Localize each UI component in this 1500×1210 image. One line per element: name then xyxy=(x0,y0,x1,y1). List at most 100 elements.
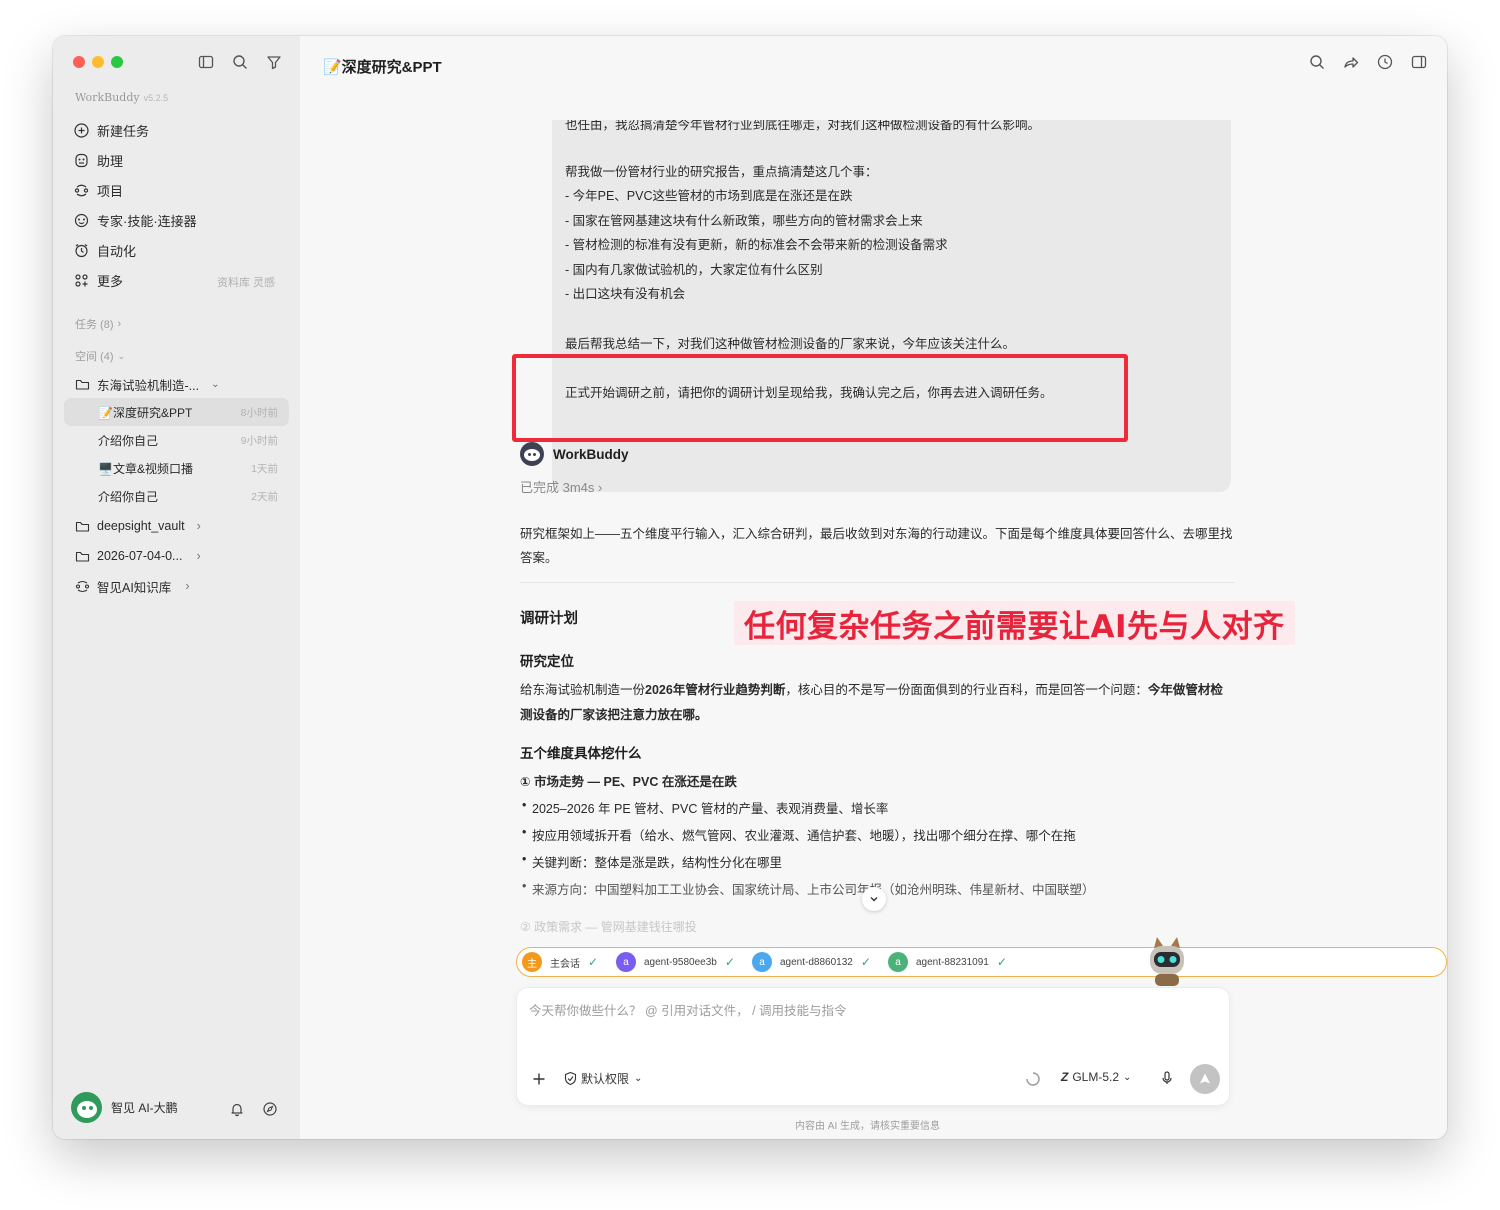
space-item-label: 介绍你自己 xyxy=(98,489,159,504)
folder-label: 2026-07-04-0... xyxy=(97,549,183,563)
knowledge-icon xyxy=(75,580,90,592)
folder-deepsight[interactable]: deepsight_vault › xyxy=(75,514,201,538)
filter-icon[interactable] xyxy=(265,53,283,71)
check-icon: ✓ xyxy=(996,955,1007,969)
chevron-right-icon: › xyxy=(196,519,201,533)
folder-icon xyxy=(75,551,90,562)
section-heading: 研究定位 xyxy=(520,654,574,669)
microphone-icon[interactable] xyxy=(1159,1070,1175,1086)
tasks-section[interactable]: 任务 (8) › xyxy=(75,316,121,332)
agent-chip[interactable]: a agent-88231091 ✓ xyxy=(883,947,1017,977)
agent-label: 主会话 xyxy=(550,958,580,970)
close-window-button[interactable] xyxy=(73,56,85,68)
folder-date[interactable]: 2026-07-04-0... › xyxy=(75,544,201,568)
add-attachment-icon[interactable] xyxy=(531,1071,547,1087)
nav-label: 更多 xyxy=(97,273,124,289)
message-line: - 管材检测的标准有没有更新，新的标准会不会带来新的检测设备需求 xyxy=(565,238,948,252)
history-icon[interactable] xyxy=(1376,53,1394,71)
space-item-time: 1天前 xyxy=(251,462,278,475)
space-folder-label: 东海试验机制造-... xyxy=(97,378,200,393)
tasks-label: 任务 (8) xyxy=(75,319,114,331)
message-line: - 国内有几家做试验机的，大家定位有什么区别 xyxy=(565,263,823,277)
search-icon[interactable] xyxy=(1308,53,1326,71)
message-line: 也任由，我忍搞清楚今年管材行业到底往哪走，对我们这种做检测设备的有什么影响。 xyxy=(565,120,1041,132)
message-line: - 国家在管网基建这块有什么新政策，哪些方向的管材需求会上来 xyxy=(565,214,923,228)
chevron-right-icon: › xyxy=(185,579,190,593)
space-item-article-video[interactable]: 🖥️文章&视频口播 1天前 xyxy=(64,454,289,482)
ai-disclaimer: 内容由 AI 生成，请核实重要信息 xyxy=(795,1121,941,1132)
nav-label: 新建任务 xyxy=(97,123,150,139)
user-profile[interactable]: 智见 AI-大鹏 xyxy=(71,1092,178,1123)
space-item-label: 📝深度研究&PPT xyxy=(98,405,193,420)
nav-more[interactable]: 更多 xyxy=(73,268,123,292)
annotation-overlay: 任何复杂任务之前需要让AI先与人对齐 xyxy=(734,601,1295,645)
list-item: 2025–2026 年 PE 管材、PVC 管材的产量、表观消费量、增长率 xyxy=(522,798,888,817)
chat-input-placeholder[interactable]: 今天帮你做些什么？ @ 引用对话文件， / 调用技能与指令 xyxy=(529,1000,847,1019)
list-item: 按应用领域拆开看（给水、燃气管网、农业灌溉、通信护套、地暖），找出哪个细分在撑、… xyxy=(522,825,1076,844)
space-folder[interactable]: 东海试验机制造-... ⌄ xyxy=(75,372,219,396)
search-icon[interactable] xyxy=(231,53,249,71)
chat-scroll-area[interactable]: 也任由，我忍搞清楚今年管材行业到底往哪走，对我们这种做检测设备的有什么影响。 帮… xyxy=(300,120,1447,934)
agent-chip[interactable]: a agent-d8860132 ✓ xyxy=(747,947,881,977)
nav-label: 专家·技能·连接器 xyxy=(97,213,197,229)
compass-icon[interactable] xyxy=(262,1101,278,1117)
list-item: 来源方向：中国塑料加工工业协会、国家统计局、上市公司年报（如沧州明珠、伟星新材、… xyxy=(522,879,1095,898)
robot-mascot-icon xyxy=(1150,937,1184,986)
message-line: - 出口这块有没有机会 xyxy=(565,287,686,301)
chat-input-box[interactable]: 今天帮你做些什么？ @ 引用对话文件， / 调用技能与指令 默认权限 ⌄ Z G… xyxy=(516,987,1230,1106)
assistant-header: WorkBuddy xyxy=(520,442,629,466)
agent-chip[interactable]: a agent-9580ee3b ✓ xyxy=(611,947,745,977)
section-heading: 五个维度具体挖什么 xyxy=(520,746,642,761)
panel-toggle-icon[interactable] xyxy=(1410,53,1428,71)
spaces-section[interactable]: 空间 (4) ⌄ xyxy=(75,348,125,364)
maximize-window-button[interactable] xyxy=(111,56,123,68)
plus-circle-icon xyxy=(74,122,89,138)
knowledge-label: 智见AI知识库 xyxy=(97,580,172,595)
check-icon: ✓ xyxy=(588,955,599,969)
nav-assistant[interactable]: 助理 xyxy=(73,148,123,172)
app-version: WorkBuddy v5.2.5 xyxy=(75,91,168,104)
shield-check-icon xyxy=(564,1071,577,1086)
permission-selector[interactable]: 默认权限 ⌄ xyxy=(563,1070,642,1087)
nav-experts[interactable]: 专家·技能·连接器 xyxy=(73,208,197,232)
version-number: v5.2.5 xyxy=(143,93,169,103)
more-hint: 资料库 灵感 xyxy=(217,277,276,289)
avatar xyxy=(71,1092,102,1123)
nav-project[interactable]: 项目 xyxy=(73,178,123,202)
space-item-intro-1[interactable]: 介绍你自己 9小时前 xyxy=(64,426,289,454)
message-line: - 今年PE、PVC这些管材的市场到底是在涨还是在跌 xyxy=(565,189,853,203)
model-selector[interactable]: Z GLM-5.2 ⌄ xyxy=(1061,1070,1131,1084)
highlight-box xyxy=(512,354,1128,442)
chevron-right-icon: › xyxy=(196,549,201,563)
assistant-text: 研究框架如上——五个维度平行输入，汇入综合研判，最后收敛到对东海的行动建议。下面… xyxy=(520,527,1233,541)
sidebar-toggle-icon[interactable] xyxy=(197,53,215,71)
send-button[interactable] xyxy=(1190,1064,1220,1094)
message-line: 帮我做一份管材行业的研究报告，重点搞清楚这几个事： xyxy=(565,165,878,179)
completion-status[interactable]: 已完成 3m4s › xyxy=(520,477,602,496)
scroll-down-button[interactable] xyxy=(862,887,886,911)
bell-icon[interactable] xyxy=(229,1101,245,1117)
chevron-down-icon xyxy=(870,897,878,902)
loading-spinner-icon xyxy=(1026,1072,1040,1086)
model-label: GLM-5.2 xyxy=(1072,1070,1120,1084)
knowledge-base[interactable]: 智见AI知识库 › xyxy=(75,574,189,598)
folder-icon xyxy=(75,379,90,390)
nav-new-task[interactable]: 新建任务 xyxy=(73,118,149,142)
app-name: WorkBuddy xyxy=(75,91,140,104)
space-item-intro-2[interactable]: 介绍你自己 2天前 xyxy=(64,482,289,510)
share-icon[interactable] xyxy=(1342,53,1360,71)
divider xyxy=(520,582,1235,583)
nav-label: 项目 xyxy=(97,183,124,199)
nav-automation[interactable]: 自动化 xyxy=(73,238,136,262)
sidebar: WorkBuddy v5.2.5 新建任务 助理 项目 专家·技能·连接器 自动化… xyxy=(53,36,300,1139)
main-panel: 📝深度研究&PPT 也任由，我忍搞清楚今年管材行业到底往哪走，对我们这种做检测设… xyxy=(300,36,1447,1139)
space-item-time: 9小时前 xyxy=(240,434,278,447)
send-arrow-icon xyxy=(1200,1073,1210,1084)
status-text: 已完成 3m4s xyxy=(520,480,595,495)
minimize-window-button[interactable] xyxy=(92,56,104,68)
space-item-deep-research[interactable]: 📝深度研究&PPT 8小时前 xyxy=(64,398,289,426)
app-window: WorkBuddy v5.2.5 新建任务 助理 项目 专家·技能·连接器 自动化… xyxy=(53,36,1447,1139)
folder-icon xyxy=(75,521,90,532)
user-name: 智见 AI-大鹏 xyxy=(111,1101,178,1115)
assistant-text: 答案。 xyxy=(520,551,558,565)
